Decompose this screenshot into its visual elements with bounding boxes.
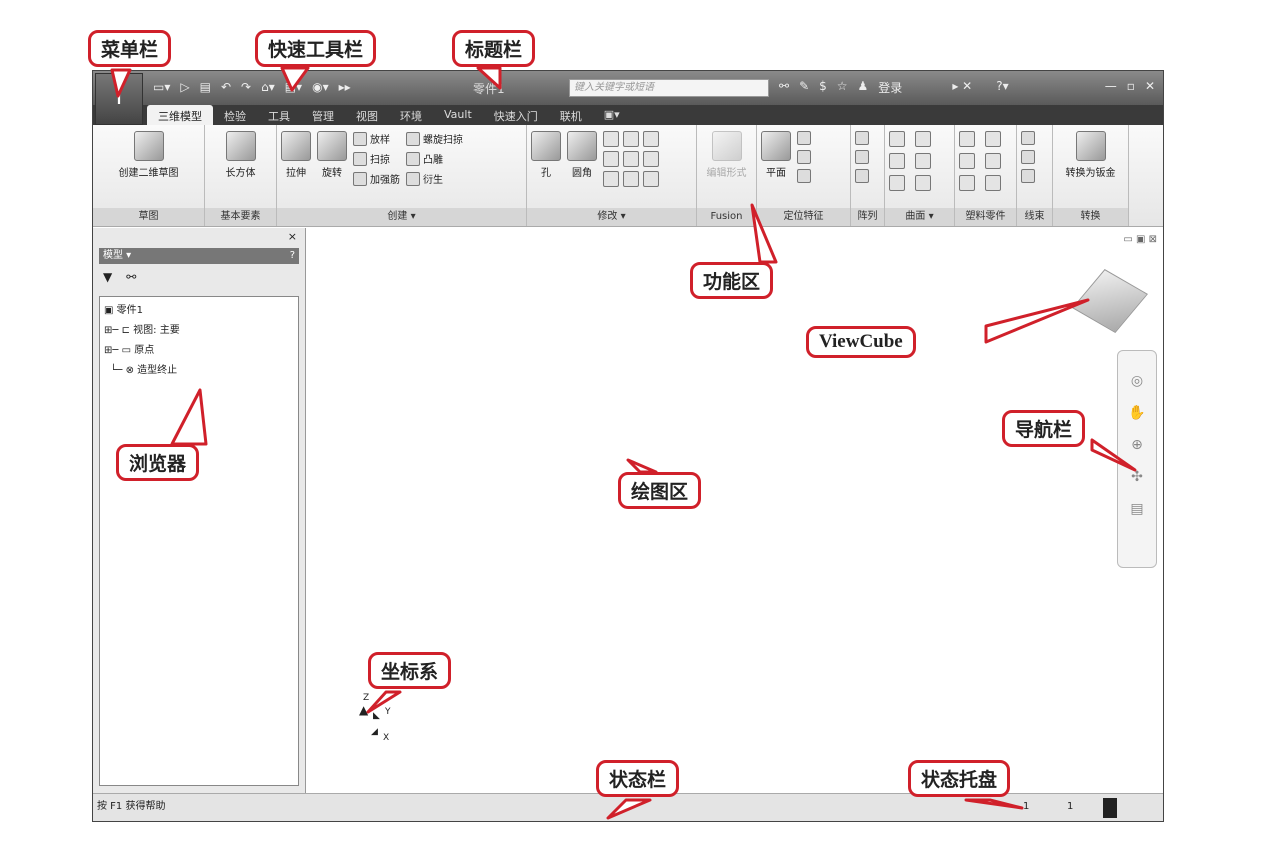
callout-browser: 浏览器 [116, 444, 200, 481]
callout-menu-bar: 菜单栏 [88, 30, 172, 67]
callout-title-bar: 标题栏 [452, 30, 536, 67]
callout-quick-access-toolbar: 快速工具栏 [255, 30, 377, 67]
callout-status-bar: 状态栏 [596, 760, 680, 797]
callout-ribbon: 功能区 [690, 262, 774, 299]
callout-status-tray: 状态托盘 [908, 760, 1011, 797]
callout-navigation-bar: 导航栏 [1002, 410, 1086, 447]
callout-viewcube: ViewCube [806, 326, 916, 358]
callout-coordinate-system: 坐标系 [368, 652, 452, 689]
callout-graphics-area: 绘图区 [618, 472, 702, 509]
